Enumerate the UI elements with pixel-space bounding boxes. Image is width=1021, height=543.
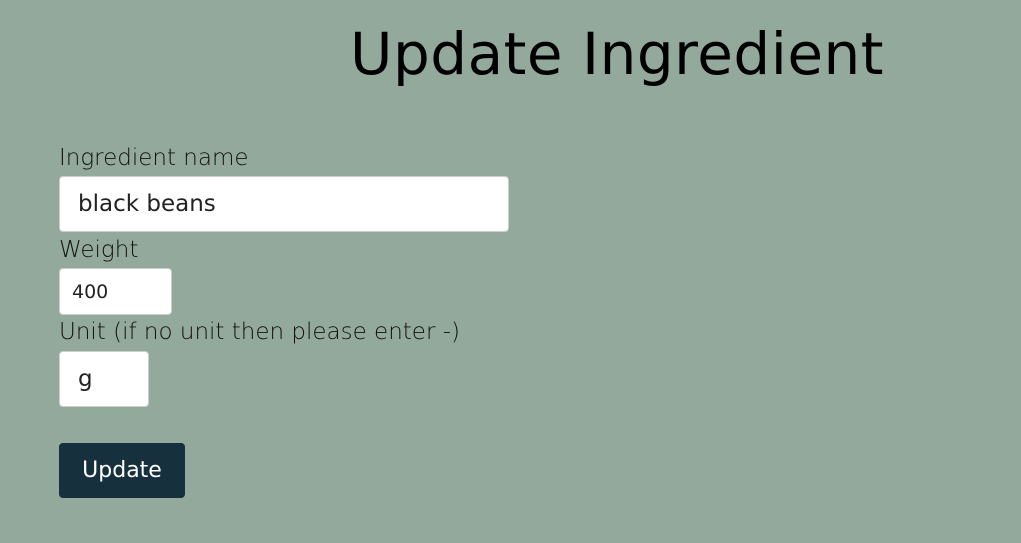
update-button[interactable]: Update xyxy=(59,443,185,498)
weight-input[interactable] xyxy=(59,268,172,315)
ingredient-name-label: Ingredient name xyxy=(59,145,249,171)
unit-label: Unit (if no unit then please enter -) xyxy=(59,319,460,345)
update-ingredient-form: Ingredient name Weight Unit (if no unit … xyxy=(59,0,759,543)
ingredient-name-input[interactable] xyxy=(59,176,509,232)
unit-input[interactable] xyxy=(59,351,149,407)
weight-label: Weight xyxy=(59,237,139,263)
